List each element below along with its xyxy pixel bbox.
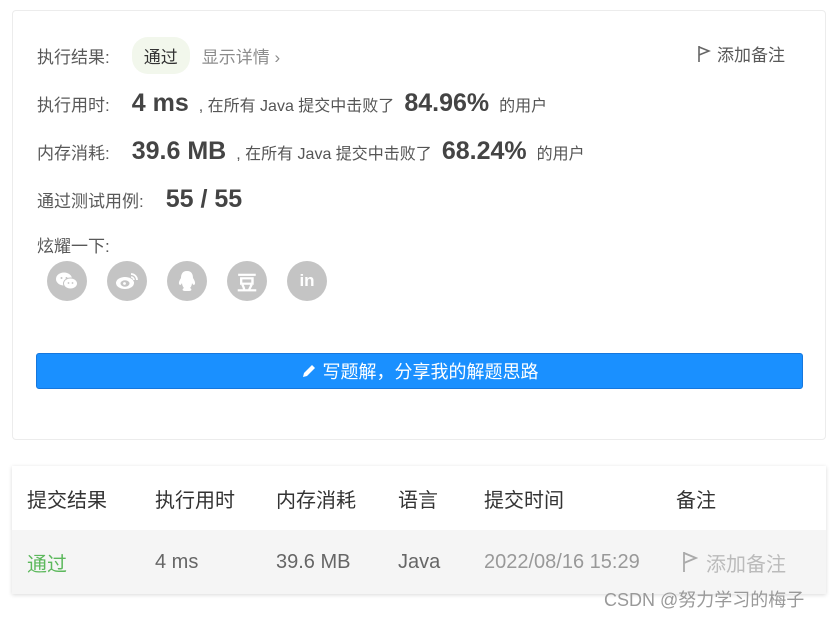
row-runtime: 4 ms	[155, 550, 199, 573]
row-result[interactable]: 通过	[27, 530, 67, 594]
show-details-label: 显示详情	[201, 48, 270, 67]
share-label: 炫耀一下:	[37, 237, 110, 256]
runtime-suffix: 的用户	[499, 98, 548, 115]
header-runtime: 执行用时	[155, 489, 235, 512]
write-solution-button[interactable]: 写题解，分享我的解题思路	[36, 353, 803, 389]
share-row: 炫耀一下:	[37, 232, 110, 257]
header-language: 语言	[398, 489, 438, 512]
watermark: CSDN @努力学习的梅子	[604, 590, 805, 610]
weibo-icon[interactable]	[107, 261, 147, 301]
show-details-link[interactable]: 显示详情 ›	[202, 43, 280, 68]
tests-row: 通过测试用例: 55 / 55	[37, 185, 242, 214]
runtime-label: 执行用时:	[37, 96, 110, 115]
header-memory: 内存消耗	[276, 489, 356, 512]
runtime-row: 执行用时: 4 ms , 在所有 Java 提交中击败了 84.96% 的用户	[37, 89, 547, 118]
memory-row: 内存消耗: 39.6 MB , 在所有 Java 提交中击败了 68.24% 的…	[37, 137, 585, 166]
header-note: 备注	[676, 489, 716, 512]
runtime-desc: , 在所有 Java 提交中击败了	[198, 98, 395, 115]
flag-icon	[683, 552, 698, 572]
status-badge: 通过	[131, 37, 190, 74]
row-add-note-label: 添加备注	[706, 553, 786, 576]
memory-percent: 68.24%	[441, 137, 527, 165]
runtime-percent: 84.96%	[404, 89, 490, 117]
chevron-right-icon: ›	[274, 48, 281, 67]
row-add-note-button[interactable]: 添加备注	[682, 530, 786, 594]
row-time: 2022/08/16 15:29	[484, 550, 640, 573]
row-memory: 39.6 MB	[276, 550, 351, 573]
row-language: Java	[398, 550, 441, 573]
memory-suffix: 的用户	[536, 146, 585, 163]
memory-label: 内存消耗:	[37, 144, 110, 163]
douban-icon[interactable]: 豆	[227, 261, 267, 301]
pencil-icon	[302, 365, 315, 377]
header-result: 提交结果	[27, 489, 107, 512]
wechat-icon[interactable]	[47, 261, 87, 301]
runtime-value: 4 ms	[131, 89, 189, 117]
flag-icon	[698, 45, 711, 62]
memory-value: 39.6 MB	[131, 137, 227, 165]
tests-label: 通过测试用例:	[37, 192, 144, 211]
memory-desc: , 在所有 Java 提交中击败了	[236, 146, 432, 163]
qq-icon[interactable]	[167, 261, 207, 301]
tests-value: 55 / 55	[165, 185, 243, 213]
add-note-button[interactable]: 添加备注	[697, 41, 785, 66]
submission-result-card: 执行结果: 通过 显示详情 › 添加备注 执行用时: 4 ms , 在所有 Ja…	[12, 10, 826, 440]
table-header: 提交结果 执行用时 内存消耗 语言 提交时间 备注	[12, 466, 826, 530]
linkedin-icon[interactable]: in	[287, 261, 327, 301]
write-solution-label: 写题解，分享我的解题思路	[322, 362, 539, 382]
result-label: 执行结果:	[37, 48, 110, 67]
add-note-label: 添加备注	[717, 46, 785, 65]
share-icons: 豆 in	[47, 261, 347, 301]
header-time: 提交时间	[484, 489, 564, 512]
table-row[interactable]: 通过 4 ms 39.6 MB Java 2022/08/16 15:29 添加…	[12, 530, 826, 594]
result-row: 执行结果: 通过 显示详情 ›	[37, 37, 280, 74]
submissions-table: 提交结果 执行用时 内存消耗 语言 提交时间 备注 通过 4 ms 39.6 M…	[12, 466, 826, 594]
